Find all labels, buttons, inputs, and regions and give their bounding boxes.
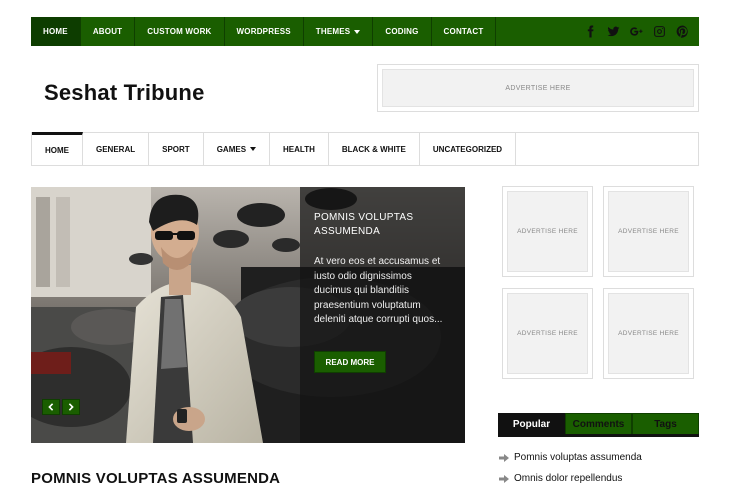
top-nav-about[interactable]: ABOUT [81, 17, 136, 46]
main-nav-home[interactable]: HOME [32, 132, 83, 165]
sidebar-ad-label: ADVERTISE HERE [608, 191, 689, 272]
post-title[interactable]: POMNIS VOLUPTAS ASSUMENDA [31, 470, 280, 487]
site-title[interactable]: Seshat Tribune [44, 80, 205, 106]
sidebar-ad-1[interactable]: ADVERTISE HERE [502, 186, 593, 277]
main-nav-uncategorized[interactable]: UNCATEGORIZED [420, 133, 517, 165]
sidebar-ad-label: ADVERTISE HERE [608, 293, 689, 374]
arrow-right-icon [499, 453, 509, 462]
top-nav-wordpress[interactable]: WORDPRESS [225, 17, 304, 46]
sidebar-ad-3[interactable]: ADVERTISE HERE [502, 288, 593, 379]
main-nav-black-white[interactable]: BLACK & WHITE [329, 133, 420, 165]
list-item-label: Omnis dolor repellendus [514, 473, 623, 484]
tab-tags[interactable]: Tags [632, 413, 699, 434]
sidebar-tabs: Popular Comments Tags [498, 413, 699, 437]
list-item-label: Pomnis voluptas assumenda [514, 452, 642, 463]
caret-down-icon [250, 147, 257, 151]
header-ad-banner[interactable]: ADVERTISE HERE [377, 64, 699, 112]
tab-popular[interactable]: Popular [498, 413, 565, 434]
google-plus-icon[interactable] [629, 25, 643, 39]
top-navigation-bar: HOME ABOUT CUSTOM WORK WORDPRESS THEMES … [31, 17, 699, 46]
list-item[interactable]: Omnis dolor repellendus [499, 468, 699, 487]
tab-comments[interactable]: Comments [565, 413, 632, 434]
main-nav-general[interactable]: GENERAL [83, 133, 150, 165]
slide-excerpt: At vero eos et accusamus et iusto odio d… [314, 256, 443, 325]
sidebar-ad-2[interactable]: ADVERTISE HERE [603, 186, 694, 277]
main-nav-games[interactable]: GAMES [204, 133, 271, 165]
slider-next-button[interactable] [62, 399, 80, 415]
main-nav-health[interactable]: HEALTH [270, 133, 329, 165]
sidebar-ad-4[interactable]: ADVERTISE HERE [603, 288, 694, 379]
chevron-right-icon [68, 403, 74, 411]
top-nav-contact[interactable]: CONTACT [432, 17, 497, 46]
top-nav-home[interactable]: HOME [31, 17, 81, 46]
twitter-icon[interactable] [606, 25, 620, 39]
top-nav-themes[interactable]: THEMES [304, 17, 374, 46]
main-nav-sport[interactable]: SPORT [149, 133, 204, 165]
main-nav-games-label: GAMES [216, 144, 247, 154]
social-links [583, 17, 699, 46]
chevron-left-icon [48, 403, 54, 411]
top-nav-custom-work[interactable]: CUSTOM WORK [135, 17, 225, 46]
slider-arrows [42, 399, 80, 415]
caret-down-icon [354, 29, 361, 34]
top-nav: HOME ABOUT CUSTOM WORK WORDPRESS THEMES … [31, 17, 497, 46]
top-nav-coding[interactable]: CODING [373, 17, 432, 46]
pinterest-icon[interactable] [675, 25, 689, 39]
main-navigation: HOME GENERAL SPORT GAMES HEALTH BLACK & … [31, 132, 699, 166]
read-more-button[interactable]: READ MORE [314, 351, 386, 373]
arrow-right-icon [499, 474, 509, 483]
slider-prev-button[interactable] [42, 399, 60, 415]
facebook-icon[interactable] [583, 25, 597, 39]
instagram-icon[interactable] [652, 25, 666, 39]
slide-title[interactable]: POMNIS VOLUPTAS ASSUMENDA [314, 211, 451, 239]
slide-caption: POMNIS VOLUPTAS ASSUMENDA At vero eos et… [300, 187, 465, 443]
featured-slider[interactable]: POMNIS VOLUPTAS ASSUMENDA At vero eos et… [31, 187, 465, 443]
sidebar-ad-label: ADVERTISE HERE [507, 293, 588, 374]
list-item[interactable]: Pomnis voluptas assumenda [499, 447, 699, 468]
top-nav-themes-label: THEMES [315, 27, 351, 36]
header-ad-label: ADVERTISE HERE [382, 69, 694, 107]
popular-list: Pomnis voluptas assumenda Omnis dolor re… [499, 447, 699, 487]
sidebar-ad-label: ADVERTISE HERE [507, 191, 588, 272]
